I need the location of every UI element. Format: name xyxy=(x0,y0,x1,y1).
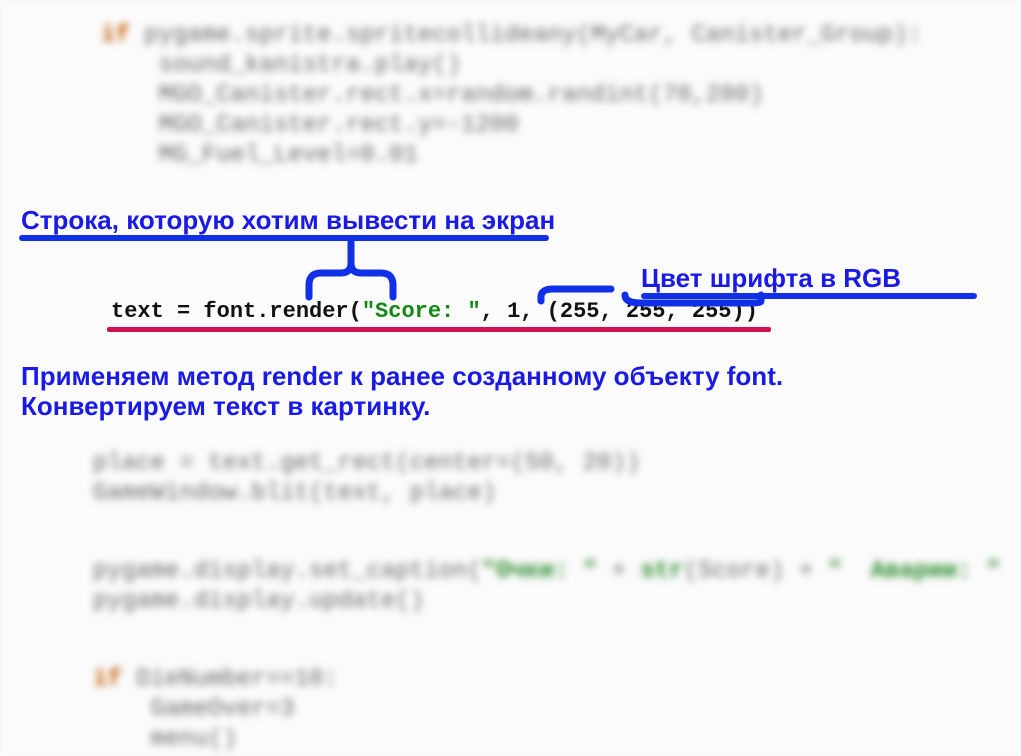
underline-code-red xyxy=(107,327,771,332)
code-sharp-render: text = font.render("Score: ", 1, (255, 2… xyxy=(111,299,758,324)
page: { "annotations": { "string_to_output": "… xyxy=(1,1,1020,754)
code-blurred-getrect: place = text.get_rect(center=(50, 20)) G… xyxy=(93,449,640,509)
code-blurred-dienumber: if DieNumber==10: GameOver=3 menu() xyxy=(93,665,338,755)
code-blurred-caption: pygame.display.set_caption("Очки: " + st… xyxy=(93,557,1000,617)
underline-annotation1 xyxy=(19,235,549,241)
annotation-render-explain: Применяем метод render к ранее созданном… xyxy=(21,361,921,421)
annotation-string-to-output: Строка, которую хотим вывести на экран xyxy=(21,205,555,235)
code-blurred-top: if pygame.sprite.spritecollideany(MyCar,… xyxy=(101,21,922,171)
annotation-render-explain-line1: Применяем метод render к ранее созданном… xyxy=(21,361,921,391)
annotation-render-explain-line2: Конвертируем текст в картинку. xyxy=(21,391,921,421)
annotation-font-color-rgb: Цвет шрифта в RGB xyxy=(641,263,901,293)
